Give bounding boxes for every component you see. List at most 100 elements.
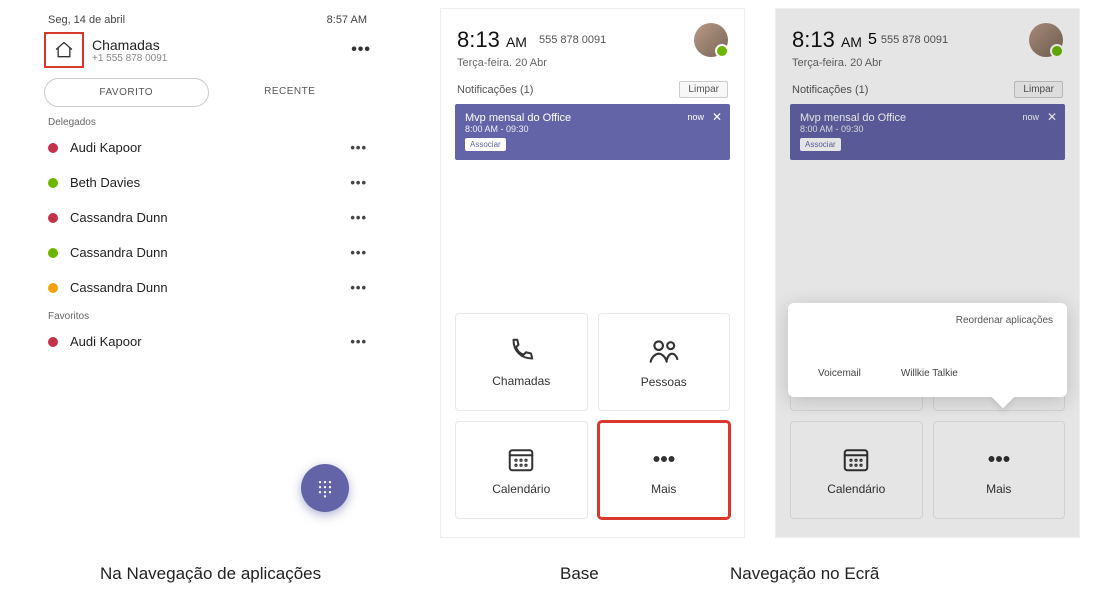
notification-time: 8:00 AM - 09:30 (800, 124, 1055, 134)
contact-overflow-icon[interactable]: ••• (350, 245, 367, 260)
join-button[interactable]: Associar (465, 138, 506, 151)
app-label: Voicemail (818, 368, 861, 379)
contact-row[interactable]: Audi Kapoor ••• (30, 130, 385, 165)
tile-label: Pessoas (641, 375, 687, 389)
dialpad-button[interactable] (301, 464, 349, 512)
more-icon (984, 444, 1014, 474)
contact-overflow-icon[interactable]: ••• (350, 140, 367, 155)
tile-more[interactable]: Mais (598, 421, 731, 519)
voicemail-icon (826, 336, 852, 362)
clear-button[interactable]: Limpar (1014, 81, 1063, 98)
more-icon (649, 444, 679, 474)
contact-overflow-icon[interactable]: ••• (350, 280, 367, 295)
contact-overflow-icon[interactable]: ••• (350, 334, 367, 349)
app-grid: Chamadas Pessoas Calendário Mais (455, 313, 730, 519)
walkie-talkie-icon (916, 336, 942, 362)
tab-favorites[interactable]: FAVORITO (44, 78, 209, 107)
tile-label: Mais (651, 482, 676, 496)
app-label: Willkie Talkie (901, 368, 958, 379)
notification-card[interactable]: Mvp mensal do Office 8:00 AM - 09:30 now… (455, 104, 730, 160)
notifications-header: Notificações (1) Limpar (776, 81, 1079, 98)
reorder-apps-link[interactable]: Reordenar aplicações (802, 315, 1053, 326)
clock-row: 8:13 AM 555 878 0091 (441, 9, 744, 57)
calendar-icon (506, 444, 536, 474)
app-voicemail[interactable]: Voicemail (818, 336, 861, 379)
section-delegates: Delegados (30, 111, 385, 130)
avatar[interactable] (694, 23, 728, 57)
phone-icon (506, 336, 536, 366)
tile-label: Calendário (492, 482, 550, 496)
section-favorites: Favoritos (30, 305, 385, 324)
contact-row[interactable]: Audi Kapoor ••• (30, 324, 385, 359)
make-call-icon[interactable] (321, 40, 341, 60)
tile-label: Chamadas (492, 374, 550, 388)
notification-badge: now (1022, 112, 1039, 122)
calls-panel: Seg, 14 de abril 8:57 AM Chamadas +1 555… (30, 8, 385, 538)
presence-dot (48, 143, 58, 153)
tile-calendar[interactable]: Calendário (455, 421, 588, 519)
clear-button[interactable]: Limpar (679, 81, 728, 98)
tile-label: Calendário (827, 482, 885, 496)
contact-overflow-icon[interactable]: ••• (350, 210, 367, 225)
tab-recent[interactable]: RECENTE (209, 78, 372, 107)
calendar-icon (841, 444, 871, 474)
clock: 8:13 AM (457, 27, 527, 53)
notifications-header: Notificações (1) Limpar (441, 81, 744, 98)
notification-badge: now (687, 112, 704, 122)
avatar[interactable] (1029, 23, 1063, 57)
notification-title: Mvp mensal do Office (800, 112, 1055, 124)
status-bar: Seg, 14 de abril 8:57 AM (30, 8, 385, 28)
caption-left: Na Navegação de aplicações (100, 564, 321, 584)
tile-label: Mais (986, 482, 1011, 496)
contact-row[interactable]: Cassandra Dunn ••• (30, 235, 385, 270)
notifications-label: Notificações (1) (792, 84, 868, 96)
dialpad-icon (315, 478, 335, 498)
panel-header: Chamadas +1 555 878 0091 ••• (30, 28, 385, 76)
more-popup: Reordenar aplicações Voicemail Willkie T… (788, 303, 1067, 397)
app-walkie-talkie[interactable]: Willkie Talkie (901, 336, 958, 379)
people-icon (648, 335, 680, 367)
contact-name: Audi Kapoor (70, 140, 142, 155)
presence-dot (48, 248, 58, 258)
page-title: Chamadas (92, 37, 321, 53)
contact-name: Beth Davies (70, 175, 140, 190)
title-block: Chamadas +1 555 878 0091 (92, 37, 321, 64)
tile-people[interactable]: Pessoas (598, 313, 731, 411)
phone-number: 555 878 0091 (881, 34, 948, 46)
contact-name: Cassandra Dunn (70, 280, 168, 295)
home-icon (54, 40, 74, 60)
tile-more[interactable]: Mais (933, 421, 1066, 519)
contact-name: Cassandra Dunn (70, 210, 168, 225)
notifications-label: Notificações (1) (457, 84, 533, 96)
presence-dot (48, 337, 58, 347)
date-string: Terça-feira. 20 Abr (776, 57, 1079, 81)
dismiss-icon[interactable]: ✕ (712, 110, 722, 124)
clock: 8:13 AM (792, 27, 862, 53)
phone-number: 555 878 0091 (539, 34, 606, 46)
status-time: 8:57 AM (327, 14, 367, 26)
dismiss-icon[interactable]: ✕ (1047, 110, 1057, 124)
tile-calendar[interactable]: Calendário (790, 421, 923, 519)
contact-row[interactable]: Cassandra Dunn ••• (30, 270, 385, 305)
tile-calls[interactable]: Chamadas (455, 313, 588, 411)
contact-row[interactable]: Cassandra Dunn ••• (30, 200, 385, 235)
notification-time: 8:00 AM - 09:30 (465, 124, 720, 134)
notification-title: Mvp mensal do Office (465, 112, 720, 124)
page-subtitle: +1 555 878 0091 (92, 53, 321, 64)
contact-overflow-icon[interactable]: ••• (350, 175, 367, 190)
caption-mid: Base (560, 564, 599, 584)
home-button[interactable] (44, 32, 84, 68)
contact-row[interactable]: Beth Davies ••• (30, 165, 385, 200)
date-string: Terça-feira. 20 Abr (441, 57, 744, 81)
contact-name: Audi Kapoor (70, 334, 142, 349)
caption-right: Navegação no Ecrã (730, 564, 879, 584)
presence-dot (48, 213, 58, 223)
clock-row: 8:13 AM 5 555 878 0091 (776, 9, 1079, 57)
status-date: Seg, 14 de abril (48, 14, 125, 26)
notification-card[interactable]: Mvp mensal do Office 8:00 AM - 09:30 now… (790, 104, 1065, 160)
badge-count: 5 (868, 31, 877, 49)
join-button[interactable]: Associar (800, 138, 841, 151)
contact-name: Cassandra Dunn (70, 245, 168, 260)
overflow-icon[interactable]: ••• (351, 41, 371, 59)
home-panel-more-open: 8:13 AM 5 555 878 0091 Terça-feira. 20 A… (775, 8, 1080, 538)
